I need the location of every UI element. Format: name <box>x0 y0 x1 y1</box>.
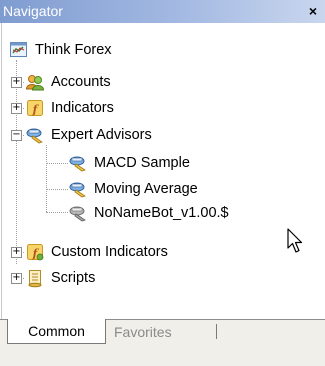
tree-item-indicators[interactable]: f Indicators <box>25 95 114 121</box>
tab-favorites[interactable]: Favorites <box>106 321 224 343</box>
expert-advisors-icon <box>25 125 45 145</box>
tree-connector-line <box>16 60 17 264</box>
navigator-title-bar[interactable]: Navigator × <box>0 0 325 23</box>
tree-item-custom-indicators[interactable]: f Custom Indicators <box>25 239 168 265</box>
tree-connector-line <box>46 212 68 213</box>
tree-item-moving-average[interactable]: Moving Average <box>68 176 198 202</box>
tree-connector-line <box>46 145 47 212</box>
expand-toggle-custom-indicators[interactable]: + <box>11 247 22 258</box>
tree-item-accounts[interactable]: Accounts <box>25 69 111 95</box>
tree-item-scripts[interactable]: Scripts <box>25 265 95 291</box>
navigator-panel: Navigator × Think Forex + Accounts + f I… <box>0 0 325 366</box>
tree-item-expert-advisors[interactable]: Expert Advisors <box>25 122 152 148</box>
tree-item-label: Indicators <box>51 100 114 116</box>
mouse-pointer-icon <box>287 228 303 259</box>
tree-root-think-forex[interactable]: Think Forex <box>9 37 112 63</box>
expand-toggle-scripts[interactable]: + <box>11 273 22 284</box>
expert-icon <box>68 153 88 173</box>
expand-toggle-accounts[interactable]: + <box>11 77 22 88</box>
expand-toggle-indicators[interactable]: + <box>11 103 22 114</box>
navigator-title: Navigator <box>3 3 63 19</box>
tree-item-label: Custom Indicators <box>51 244 168 260</box>
tree-item-label: Scripts <box>51 270 96 286</box>
tree-root-label: Think Forex <box>35 42 112 58</box>
navigator-tab-bar: Common Favorites <box>0 319 325 366</box>
terminal-icon <box>9 40 29 60</box>
expert-disabled-icon <box>68 203 88 223</box>
tree-item-macd-sample[interactable]: MACD Sample <box>68 150 190 176</box>
close-button[interactable]: × <box>305 2 321 20</box>
tree-item-label: Expert Advisors <box>51 127 152 143</box>
tab-common[interactable]: Common <box>7 319 106 344</box>
tree-item-label: NoNameBot_v1.00.$ <box>94 205 229 221</box>
tree-item-nonamebot[interactable]: NoNameBot_v1.00.$ <box>68 200 229 226</box>
scripts-icon <box>25 268 45 288</box>
indicators-icon: f <box>25 98 45 118</box>
tree-item-label: Moving Average <box>94 181 198 197</box>
tree-connector-line <box>46 189 68 190</box>
tree-item-label: Accounts <box>51 74 111 90</box>
accounts-icon <box>25 72 45 92</box>
tree-connector-line <box>46 163 68 164</box>
navigator-tree: Think Forex + Accounts + f Indicators − … <box>1 23 320 319</box>
custom-indicators-icon: f <box>25 242 45 262</box>
collapse-toggle-expert-advisors[interactable]: − <box>11 130 22 141</box>
tree-item-label: MACD Sample <box>94 155 190 171</box>
expert-icon <box>68 179 88 199</box>
tab-separator <box>216 324 217 339</box>
